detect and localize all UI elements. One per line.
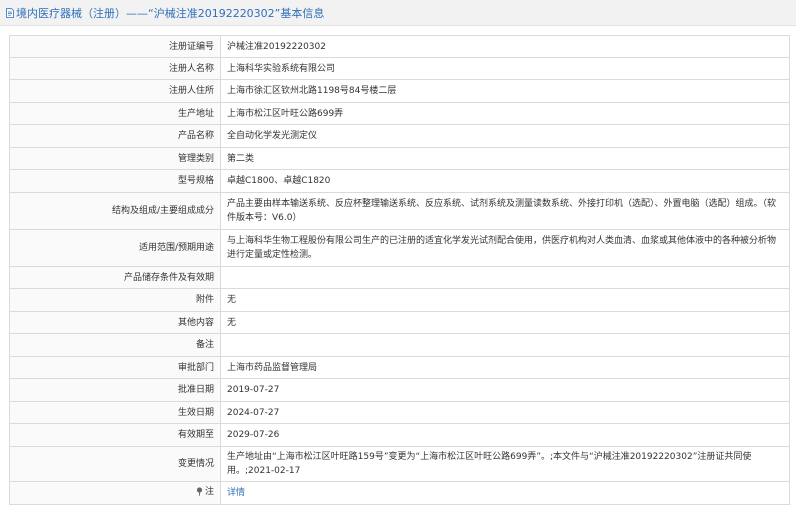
intended-use: 与上海科华生物工程股份有限公司生产的已注册的适宜化学发光试剂配合使用，供医疗机构… — [220, 229, 790, 267]
remark-label-text: 注 — [204, 486, 214, 497]
pin-icon — [196, 487, 203, 497]
management-class: 第二类 — [220, 147, 790, 170]
row-label: 产品储存条件及有效期 — [9, 266, 221, 289]
table-row: 批准日期 2019-07-27 — [9, 378, 790, 402]
details-link[interactable]: 详情 — [227, 488, 245, 498]
table-row: 适用范围/预期用途 与上海科华生物工程股份有限公司生产的已注册的适宜化学发光试剂… — [9, 229, 790, 267]
effective-date: 2024-07-27 — [220, 401, 790, 424]
row-label: 注册人住所 — [9, 79, 221, 103]
document-icon — [6, 7, 14, 18]
table-row: 注册人住所 上海市徐汇区钦州北路1198号84号楼二层 — [9, 79, 790, 103]
model-spec: 卓越C1800、卓越C1820 — [220, 169, 790, 193]
change-history: 生产地址由“上海市松江区叶旺路159号”变更为“上海市松江区叶旺公路699弄”。… — [220, 446, 790, 482]
remark-label-cell: 注 — [9, 481, 221, 505]
storage-conditions — [220, 266, 790, 289]
table-row: 变更情况 生产地址由“上海市松江区叶旺路159号”变更为“上海市松江区叶旺公路6… — [9, 446, 790, 482]
row-label: 管理类别 — [9, 147, 221, 170]
registration-number: 沪械注准20192220302 — [220, 35, 790, 58]
row-label: 其他内容 — [9, 311, 221, 334]
row-label: 适用范围/预期用途 — [9, 229, 221, 267]
row-label: 结构及组成/主要组成成分 — [9, 192, 221, 230]
table-row: 其他内容 无 — [9, 311, 790, 334]
row-label: 生产地址 — [9, 102, 221, 125]
table-row: 注 详情 — [9, 481, 790, 505]
notes — [220, 333, 790, 357]
attachments: 无 — [220, 288, 790, 312]
table-row: 有效期至 2029-07-26 — [9, 423, 790, 447]
expiry-date: 2029-07-26 — [220, 423, 790, 447]
row-label: 附件 — [9, 288, 221, 312]
product-name: 全自动化学发光测定仪 — [220, 124, 790, 148]
row-label: 变更情况 — [9, 446, 221, 482]
table-row: 注册人名称 上海科华实验系统有限公司 — [9, 57, 790, 80]
table-row: 结构及组成/主要组成成分 产品主要由样本输送系统、反应杯整理输送系统、反应系统、… — [9, 192, 790, 230]
row-label: 批准日期 — [9, 378, 221, 402]
remark-value-cell: 详情 — [220, 481, 790, 505]
table-row: 型号规格 卓越C1800、卓越C1820 — [9, 169, 790, 193]
page-header: 境内医疗器械（注册）——“沪械注准20192220302”基本信息 — [0, 0, 796, 26]
row-label: 备注 — [9, 333, 221, 357]
remark-label: 注 — [196, 485, 214, 499]
table-row: 审批部门 上海市药品监督管理局 — [9, 356, 790, 379]
table-row: 备注 — [9, 333, 790, 357]
table-row: 生效日期 2024-07-27 — [9, 401, 790, 424]
registration-info-table: 注册证编号 沪械注准20192220302 注册人名称 上海科华实验系统有限公司… — [9, 35, 790, 505]
page-title: 境内医疗器械（注册）——“沪械注准20192220302”基本信息 — [16, 6, 325, 20]
row-label: 审批部门 — [9, 356, 221, 379]
row-label: 生效日期 — [9, 401, 221, 424]
structure-composition: 产品主要由样本输送系统、反应杯整理输送系统、反应系统、试剂系统及测量读数系统、外… — [220, 192, 790, 230]
table-row: 附件 无 — [9, 288, 790, 312]
row-label: 型号规格 — [9, 169, 221, 193]
row-label: 注册证编号 — [9, 35, 221, 58]
other-content: 无 — [220, 311, 790, 334]
row-label: 注册人名称 — [9, 57, 221, 80]
approval-department: 上海市药品监督管理局 — [220, 356, 790, 379]
row-label: 产品名称 — [9, 124, 221, 148]
table-row: 产品名称 全自动化学发光测定仪 — [9, 124, 790, 148]
row-label: 有效期至 — [9, 423, 221, 447]
registrant-address: 上海市徐汇区钦州北路1198号84号楼二层 — [220, 79, 790, 103]
table-row: 注册证编号 沪械注准20192220302 — [9, 35, 790, 58]
production-address: 上海市松江区叶旺公路699弄 — [220, 102, 790, 125]
approval-date: 2019-07-27 — [220, 378, 790, 402]
registrant-name: 上海科华实验系统有限公司 — [220, 57, 790, 80]
table-row: 生产地址 上海市松江区叶旺公路699弄 — [9, 102, 790, 125]
table-row: 产品储存条件及有效期 — [9, 266, 790, 289]
table-row: 管理类别 第二类 — [9, 147, 790, 170]
